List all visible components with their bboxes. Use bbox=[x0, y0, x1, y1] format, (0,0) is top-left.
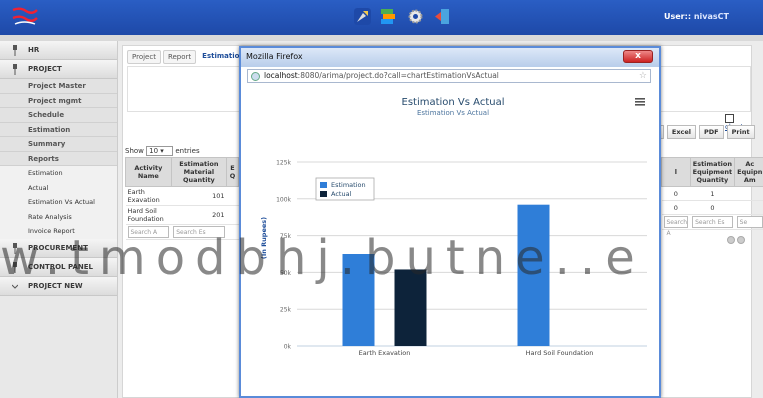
sidebar-item-estimation[interactable]: Estimation bbox=[0, 122, 117, 137]
export-buttons: py Excel PDF Print bbox=[645, 125, 755, 139]
cell: 201 bbox=[171, 205, 227, 225]
legend-swatch[interactable] bbox=[320, 182, 327, 188]
sidebar-report-estimation-vs-actual[interactable]: Estimation Vs Actual bbox=[0, 195, 117, 210]
sidebar-report-estimation[interactable]: Estimation bbox=[0, 166, 117, 181]
gear-icon[interactable] bbox=[407, 8, 424, 25]
cell: 1 bbox=[690, 186, 735, 201]
print-button[interactable]: Print bbox=[726, 125, 755, 139]
data-table-right: l Estimation Equipment Quantity Ac Equip… bbox=[661, 157, 763, 237]
popup-titlebar[interactable]: Mozilla Firefox x bbox=[241, 48, 659, 67]
pin-icon bbox=[13, 64, 17, 75]
table-row[interactable]: Hard Soil Foundation 201 bbox=[125, 205, 239, 225]
menu-icon[interactable] bbox=[635, 98, 645, 106]
legend-swatch[interactable] bbox=[320, 191, 327, 197]
y-tick-label: 125k bbox=[276, 160, 291, 167]
globe-icon bbox=[251, 72, 260, 81]
table-row[interactable]: Earth Exavation 101 bbox=[125, 186, 239, 206]
breadcrumb-report[interactable]: Report bbox=[162, 50, 197, 64]
pages-icon[interactable] bbox=[380, 8, 397, 25]
x-tick-label: Earth Exavation bbox=[359, 349, 411, 357]
logo-icon[interactable] bbox=[10, 6, 40, 28]
chart-title: Estimation Vs Actual bbox=[402, 97, 505, 108]
chart-icon bbox=[725, 114, 734, 123]
y-tick-label: 100k bbox=[276, 196, 291, 203]
top-bar: User:: nivasCT bbox=[0, 0, 763, 35]
pdf-button[interactable]: PDF bbox=[699, 125, 724, 139]
sidebar-report-rate-analysis[interactable]: Rate Analysis bbox=[0, 209, 117, 224]
col-l[interactable]: l bbox=[661, 157, 691, 187]
search-input[interactable]: Search Es bbox=[692, 216, 733, 228]
table-row[interactable]: 0 1 bbox=[661, 186, 763, 201]
breadcrumb-project[interactable]: Project bbox=[127, 50, 161, 64]
chart-subtitle: Estimation Vs Actual bbox=[417, 109, 489, 117]
cell bbox=[734, 186, 763, 201]
col-activity-name[interactable]: Activity Name bbox=[125, 157, 172, 187]
firefox-popup-window: Mozilla Firefox x localhost:8080/arima/p… bbox=[239, 46, 661, 398]
watermark: w.tmodbhj.butne..e bbox=[0, 230, 645, 286]
sidebar-report-actual[interactable]: Actual bbox=[0, 180, 117, 195]
sidebar-item-schedule[interactable]: Schedule bbox=[0, 108, 117, 123]
chart-legend: EstimationActual bbox=[315, 177, 375, 201]
sidebar-item-reports[interactable]: Reports bbox=[0, 151, 117, 166]
legend-label[interactable]: Estimation bbox=[331, 181, 366, 189]
tools-icon[interactable] bbox=[354, 8, 371, 25]
y-tick-label: 25k bbox=[280, 307, 292, 314]
excel-button[interactable]: Excel bbox=[666, 125, 697, 139]
breadcrumb: Project Report Estimation bbox=[127, 50, 248, 64]
col-actual-equipment-amount[interactable]: Ac Equipn Am bbox=[734, 157, 763, 187]
user-label: User:: nivasCT bbox=[664, 12, 729, 21]
cell bbox=[226, 186, 239, 206]
sidebar-item-project-master[interactable]: Project Master bbox=[0, 79, 117, 94]
table-row[interactable]: 0 0 bbox=[661, 200, 763, 215]
close-button[interactable]: x bbox=[623, 50, 653, 63]
cell: 0 bbox=[661, 200, 691, 215]
url-bar[interactable]: localhost:8080/arima/project.do?call=cha… bbox=[247, 69, 651, 83]
cell: Earth Exavation bbox=[125, 186, 172, 206]
cell: 0 bbox=[661, 186, 691, 201]
cell: 101 bbox=[171, 186, 227, 206]
entries-select[interactable]: 10 ▾ bbox=[146, 146, 174, 156]
sidebar: HR PROJECT Project Master Project mgmt S… bbox=[0, 41, 118, 398]
pin-icon bbox=[13, 45, 17, 56]
y-tick-label: 0k bbox=[284, 344, 292, 351]
col-estimation-material-qty[interactable]: Estimation Material Quantity bbox=[170, 157, 228, 187]
show-entries: Show 10 ▾ entries bbox=[125, 146, 200, 156]
legend-label[interactable]: Actual bbox=[331, 190, 352, 198]
search-input[interactable]: Search A bbox=[663, 216, 689, 237]
cell bbox=[226, 205, 239, 225]
search-input[interactable]: Se bbox=[736, 216, 763, 228]
user-name: nivasCT bbox=[693, 12, 729, 21]
door-exit-icon[interactable] bbox=[434, 8, 451, 25]
cell: 0 bbox=[690, 200, 735, 215]
col-e-q[interactable]: E Q bbox=[226, 157, 239, 187]
sidebar-item-project-mgmt[interactable]: Project mgmt bbox=[0, 93, 117, 108]
sidebar-section-hr[interactable]: HR bbox=[0, 41, 117, 60]
cell: Hard Soil Foundation bbox=[125, 205, 172, 225]
x-tick-label: Hard Soil Foundation bbox=[526, 349, 594, 357]
sidebar-section-project[interactable]: PROJECT bbox=[0, 60, 117, 79]
cell bbox=[734, 200, 763, 215]
popup-title: Mozilla Firefox bbox=[246, 52, 303, 61]
star-icon[interactable]: ☆ bbox=[639, 70, 647, 82]
col-estimation-equipment-qty[interactable]: Estimation Equipment Quantity bbox=[689, 157, 736, 187]
sidebar-item-summary[interactable]: Summary bbox=[0, 137, 117, 152]
